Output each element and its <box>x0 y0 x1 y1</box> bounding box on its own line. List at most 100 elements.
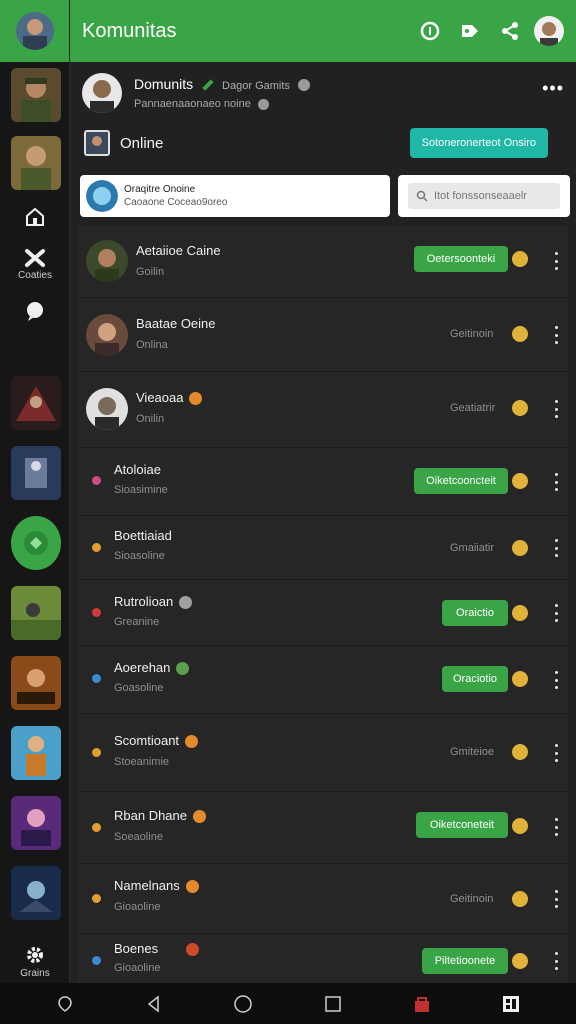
list-item[interactable]: Rban Dhane Soeaoline Oiketconeteit <box>78 792 568 864</box>
list-item[interactable]: Aoerehan Goasoline Oraciotio <box>78 646 568 714</box>
member-action-text[interactable]: Gmaiiatir <box>450 542 494 554</box>
member-status: Sioasimine <box>114 484 168 496</box>
server-tile-green[interactable] <box>11 516 61 570</box>
status-dot <box>92 823 101 832</box>
chat-icon[interactable] <box>0 300 70 322</box>
back-icon[interactable] <box>134 989 174 1019</box>
group-subtitle: Pannaenaaonaeo noine <box>134 98 251 110</box>
member-action-button[interactable]: Oraictio <box>442 600 508 626</box>
member-status: Goilin <box>136 266 165 278</box>
member-action-text[interactable]: Geatiatrir <box>450 402 495 414</box>
emoji-badge-icon <box>189 392 203 406</box>
emoji-icon[interactable] <box>512 605 528 621</box>
list-item[interactable]: Rutrolioan Greanine Oraictio <box>78 580 568 646</box>
list-item[interactable]: Vieaoaa Onilin Geatiatrir <box>78 372 568 448</box>
kebab-menu-icon[interactable] <box>552 539 560 557</box>
server-tile-hero[interactable] <box>11 136 61 190</box>
kebab-menu-icon[interactable] <box>552 326 560 344</box>
list-item[interactable]: Namelnans Gioaoline Geitinoin <box>78 864 568 934</box>
emoji-icon[interactable] <box>512 818 528 834</box>
server-tile-character[interactable] <box>11 726 61 780</box>
kebab-menu-icon[interactable] <box>552 890 560 908</box>
member-status: Onlina <box>136 339 168 351</box>
member-action-button[interactable]: Oraciotio <box>442 666 508 692</box>
list-item[interactable]: Baatae Oeine Onlina Geitinoin <box>78 298 568 372</box>
profile-avatar[interactable] <box>534 16 564 46</box>
online-action-button[interactable]: Sotoneronerteot Onsiro <box>409 128 548 158</box>
server-tile-field[interactable] <box>11 586 61 640</box>
kebab-menu-icon[interactable] <box>552 252 560 270</box>
emoji-icon[interactable] <box>512 540 528 556</box>
status-dot <box>92 956 101 965</box>
member-name: Boenes <box>114 941 200 957</box>
member-action-text[interactable]: Geitinoin <box>450 893 493 905</box>
kebab-menu-icon[interactable] <box>552 952 560 970</box>
share-icon[interactable] <box>494 15 526 47</box>
member-avatar <box>86 314 128 356</box>
kebab-menu-icon[interactable] <box>552 604 560 622</box>
home-icon[interactable] <box>0 206 70 228</box>
emoji-icon[interactable] <box>512 744 528 760</box>
status-dot <box>92 894 101 903</box>
tag-icon[interactable] <box>454 15 486 47</box>
kebab-menu-icon[interactable] <box>552 400 560 418</box>
emoji-icon[interactable] <box>512 953 528 969</box>
list-item[interactable]: Aetaiioe Caine Goilin Oetersoonteki <box>78 226 568 298</box>
member-name: Vieaoaa <box>136 390 203 406</box>
member-name: Baatae Oeine <box>136 316 216 331</box>
member-name: Scomtioant <box>114 733 199 749</box>
member-action-button[interactable]: Oiketcooncteit <box>414 468 508 494</box>
profile-card[interactable]: Oraqitre Onoine Caoaone Coceao9oreo <box>80 175 390 217</box>
server-tile-robot[interactable] <box>11 446 61 500</box>
profile-card-title: Oraqitre Onoine <box>124 184 196 195</box>
home-circle-icon[interactable] <box>223 989 263 1019</box>
member-action-button[interactable]: Piltetioonete <box>422 948 508 974</box>
group-avatar[interactable] <box>82 73 122 113</box>
crossed-tools-icon <box>25 249 45 267</box>
more-options-icon[interactable]: ••• <box>542 78 564 99</box>
member-avatar <box>86 240 128 282</box>
server-tile-warrior[interactable] <box>11 656 61 710</box>
assistant-icon[interactable] <box>45 989 85 1019</box>
list-item[interactable]: Atoloiae Sioasimine Oiketcooncteit <box>78 448 568 516</box>
emoji-icon[interactable] <box>512 473 528 489</box>
recents-icon[interactable] <box>313 989 353 1019</box>
emoji-badge-icon <box>186 943 200 957</box>
grid-icon[interactable] <box>491 989 531 1019</box>
main-panel: Domunits Dagor Gamits Pannaenaaonaeo noi… <box>70 62 576 984</box>
emoji-icon[interactable] <box>512 251 528 267</box>
member-action-text[interactable]: Geitinoin <box>450 328 493 340</box>
status-icon <box>298 78 311 91</box>
tools-nav[interactable]: Coaties <box>0 248 70 281</box>
server-tile-space[interactable] <box>11 866 61 920</box>
status-dot <box>92 748 101 757</box>
list-item[interactable]: Scomtioant Stoeanimie Gmiteioe <box>78 714 568 792</box>
list-item[interactable]: Boenes Gioaoline Piltetioonete <box>78 934 568 984</box>
store-icon[interactable] <box>402 989 442 1019</box>
member-action-button[interactable]: Oetersoonteki <box>414 246 508 272</box>
emoji-icon[interactable] <box>512 671 528 687</box>
kebab-menu-icon[interactable] <box>552 671 560 689</box>
search-box[interactable]: Itot fonssonseaaelr <box>398 175 570 217</box>
member-action-text[interactable]: Gmiteioe <box>450 746 494 758</box>
emoji-icon[interactable] <box>512 891 528 907</box>
kebab-menu-icon[interactable] <box>552 473 560 491</box>
user-avatar[interactable] <box>15 12 54 50</box>
server-tile-dark[interactable] <box>11 376 61 430</box>
member-name: Aoerehan <box>114 660 190 676</box>
group-tag: Dagor Gamits <box>222 80 290 92</box>
online-checkbox[interactable] <box>84 130 110 156</box>
list-item[interactable]: Boettiaiad Sioasoline Gmaiiatir <box>78 516 568 580</box>
search-input[interactable]: Itot fonssonseaaelr <box>408 183 560 209</box>
server-tile-soldier[interactable] <box>11 68 61 122</box>
emoji-icon[interactable] <box>512 400 528 416</box>
emoji-icon[interactable] <box>512 326 528 342</box>
kebab-menu-icon[interactable] <box>552 744 560 762</box>
member-avatar <box>86 388 128 430</box>
info-icon[interactable] <box>414 15 446 47</box>
kebab-menu-icon[interactable] <box>552 818 560 836</box>
member-action-button[interactable]: Oiketconeteit <box>416 812 508 838</box>
verified-icon <box>201 79 214 91</box>
settings-nav[interactable]: Grains <box>0 944 70 979</box>
server-tile-purple[interactable] <box>11 796 61 850</box>
